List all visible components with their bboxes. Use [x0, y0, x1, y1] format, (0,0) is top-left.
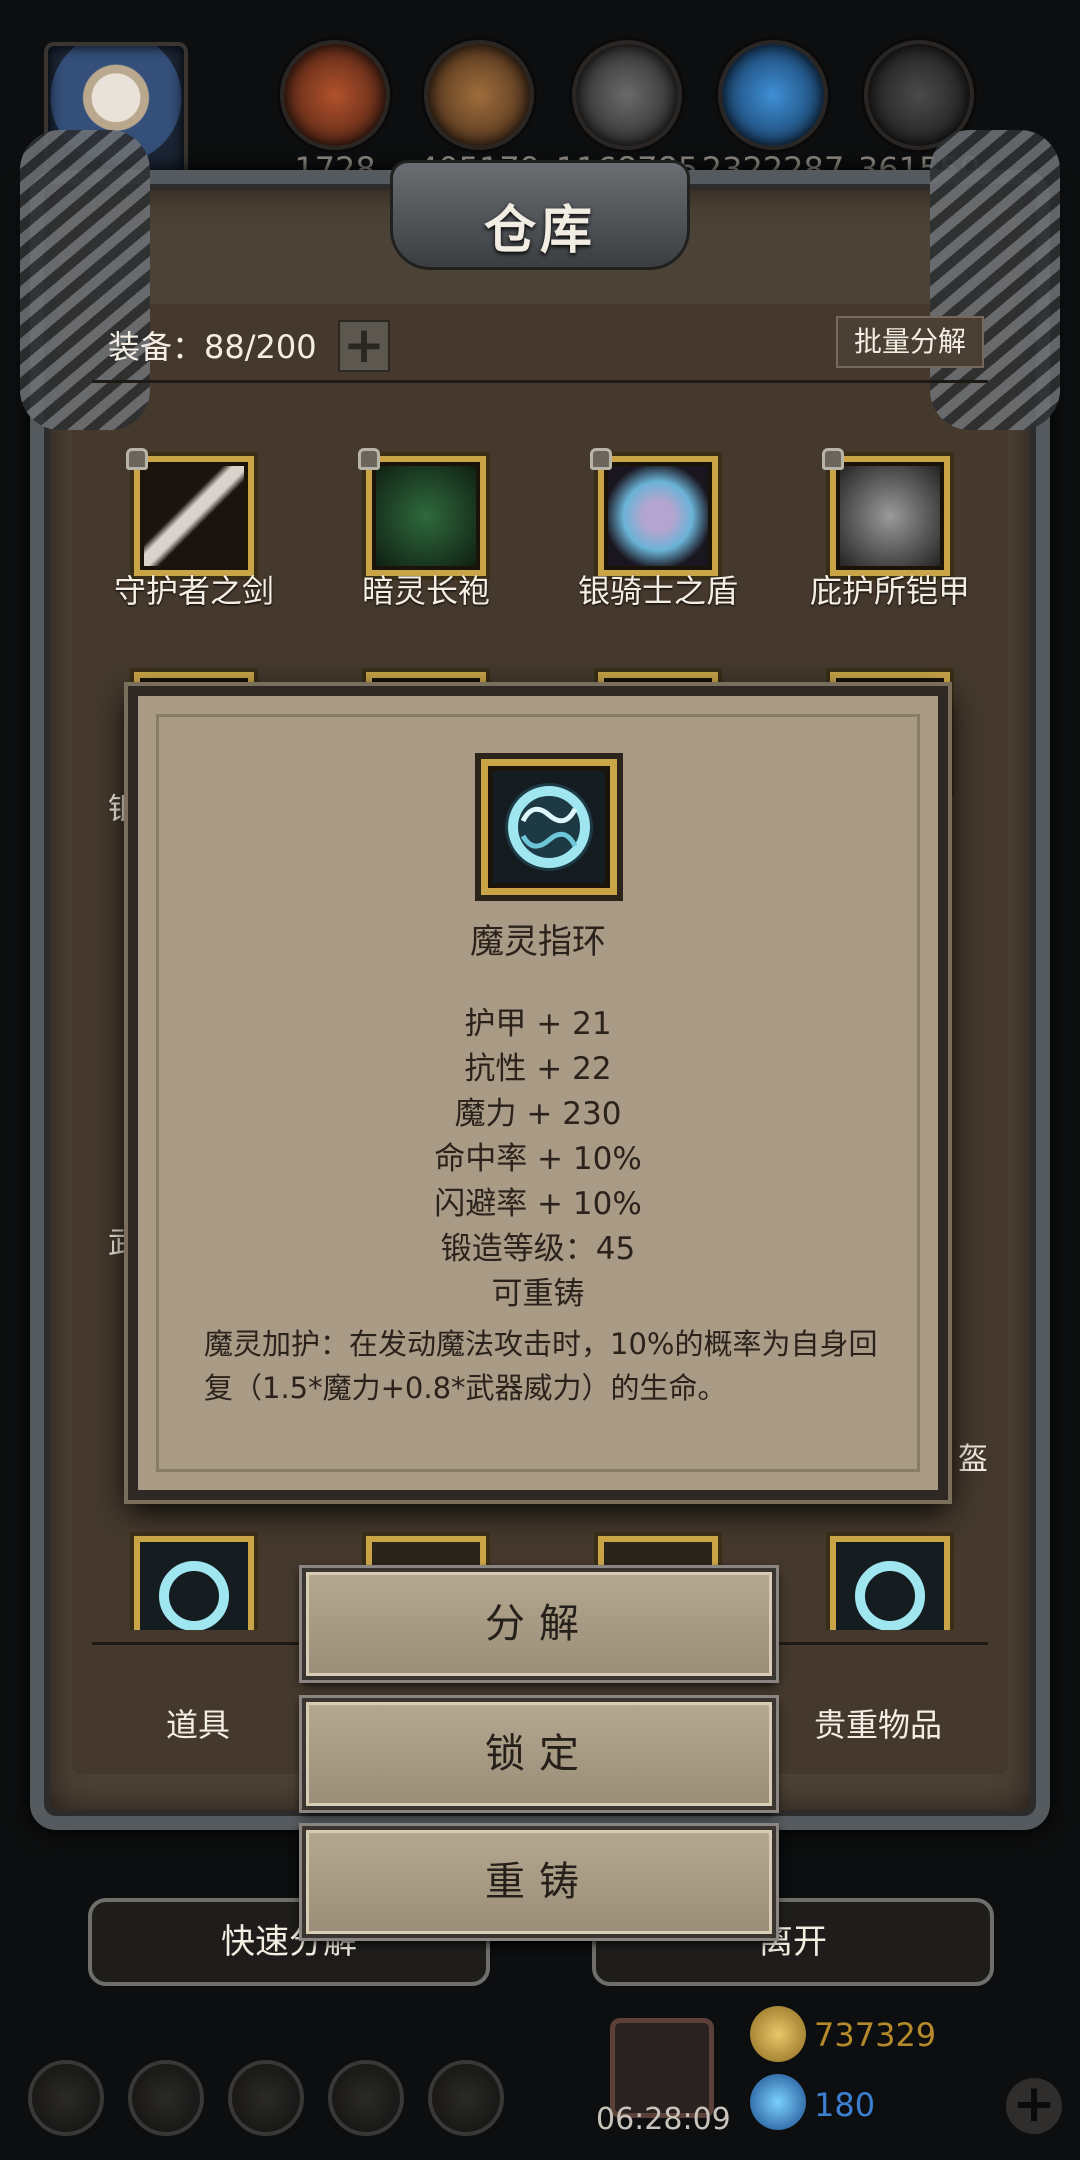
item-name: 庇护所铠甲: [809, 572, 970, 610]
item-name: 守护者之剑: [113, 572, 274, 610]
tab-props[interactable]: 道具: [166, 1700, 230, 1746]
stat-line: 护甲 + 21: [464, 1006, 612, 1042]
gift-timer: 06:28:09: [596, 2102, 731, 2137]
item-detail-popup: 魔灵指环 护甲 + 21 抗性 + 22 魔力 + 230 命中率 + 10% …: [128, 686, 948, 1500]
item-slot[interactable]: [126, 448, 254, 576]
gem-icon: [750, 2074, 806, 2130]
decompose-button[interactable]: 分解: [302, 1568, 776, 1680]
lock-icon: [358, 448, 380, 470]
lock-icon: [126, 448, 148, 470]
item-name: 银骑士之盾: [577, 572, 738, 610]
guild-icon[interactable]: [428, 2060, 504, 2136]
item-slot[interactable]: [822, 448, 950, 576]
stat-line: 命中率 + 10%: [434, 1141, 642, 1177]
gem-amount: 180: [814, 2086, 876, 2124]
divider: [92, 380, 988, 383]
stat-line: 可重铸: [491, 1276, 585, 1312]
ranking-icon[interactable]: [228, 2060, 304, 2136]
meat-resource-icon: [280, 40, 390, 150]
dragon-ornament-right: [930, 130, 1060, 430]
lock-button[interactable]: 锁定: [302, 1698, 776, 1810]
page-title: 仓库: [483, 201, 596, 261]
equipment-capacity: 装备：88/200: [108, 328, 317, 366]
ring-item-slot[interactable]: [830, 1536, 950, 1630]
add-currency-button[interactable]: +: [1006, 2078, 1062, 2134]
item-name: 暗灵长袍: [361, 572, 490, 610]
item-detail-name: 魔灵指环: [470, 922, 606, 962]
wood-resource-icon: [424, 40, 534, 150]
batch-decompose-button[interactable]: 批量分解: [836, 316, 984, 368]
stat-line: 抗性 + 22: [464, 1051, 612, 1087]
tab-valuables[interactable]: 贵重物品: [814, 1700, 942, 1746]
ring-icon: [481, 759, 617, 895]
stat-line: 魔力 + 230: [454, 1096, 622, 1132]
ring-item-slot[interactable]: [134, 1536, 254, 1630]
achievement-icon[interactable]: [128, 2060, 204, 2136]
lock-icon: [590, 448, 612, 470]
dragon-ornament-left: [20, 130, 150, 430]
crystal-resource-icon: [718, 40, 828, 150]
stat-line: 闪避率 + 10%: [434, 1186, 642, 1222]
iron-resource-icon: [572, 40, 682, 150]
item-slot[interactable]: [590, 448, 718, 576]
item-name-fragment: 盔: [958, 1442, 988, 1477]
reforge-button-overlay[interactable]: 重铸: [302, 1826, 776, 1938]
mail-icon[interactable]: [328, 2060, 404, 2136]
gold-coin-icon: [750, 2006, 806, 2062]
expand-capacity-button[interactable]: +: [338, 320, 390, 372]
item-slot[interactable]: [358, 448, 486, 576]
stat-line: 锻造等级：45: [440, 1231, 636, 1267]
gold-amount: 737329: [814, 2016, 937, 2054]
lock-icon: [822, 448, 844, 470]
item-effect-description: 魔灵加护：在发动魔法攻击时，10%的概率为自身回复（1.5*魔力+0.8*武器威…: [204, 1327, 878, 1405]
settings-icon[interactable]: [28, 2060, 104, 2136]
